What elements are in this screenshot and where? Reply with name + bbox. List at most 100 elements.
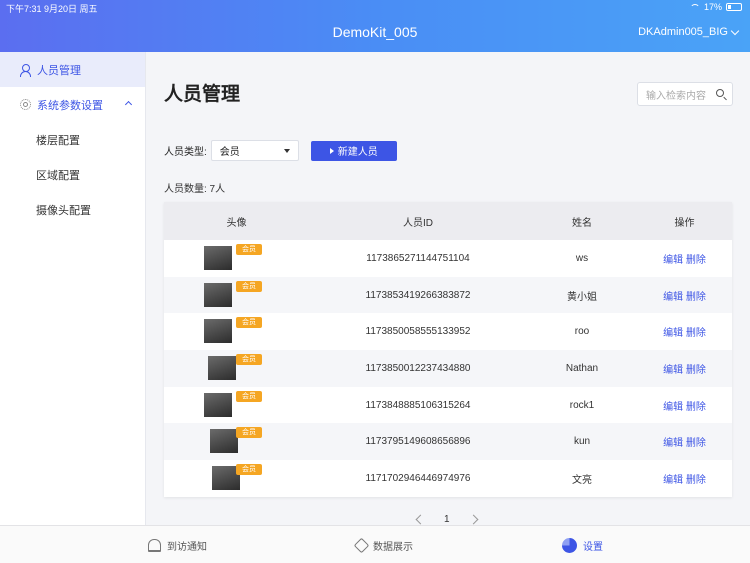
status-indicators: 17% xyxy=(689,2,742,12)
sidebar-item-system-settings[interactable]: 系统参数设置 xyxy=(0,87,145,122)
avatar-cell: 会员 xyxy=(164,277,309,314)
sidebar-item-area-config[interactable]: 区域配置 xyxy=(0,157,145,192)
edit-link[interactable]: 编辑 xyxy=(663,438,683,449)
filter-bar: 人员类型: 会员 新建人员 xyxy=(164,140,397,161)
person-name: roo xyxy=(574,326,590,338)
edit-link[interactable]: 编辑 xyxy=(663,255,683,266)
member-tag: 会员 xyxy=(236,354,262,366)
delete-link[interactable]: 删除 xyxy=(686,365,706,376)
person-id: 1173795149608656896 xyxy=(365,436,471,448)
search-icon[interactable] xyxy=(716,89,724,97)
search-placeholder: 输入检索内容 xyxy=(646,90,706,102)
avatar-cell: 会员 xyxy=(164,387,309,424)
avatar xyxy=(210,429,238,454)
table-row: 会员 1173850058555133952 roo 编辑 删除 xyxy=(164,313,732,350)
tab-settings[interactable]: 设置 xyxy=(562,538,603,553)
edit-link[interactable]: 编辑 xyxy=(663,402,683,413)
status-time-date: 下午7:31 9月20日 周五 xyxy=(6,4,98,14)
avatar-cell: 会员 xyxy=(164,423,309,460)
person-id: 1173848885106315264 xyxy=(365,399,471,411)
avatar xyxy=(208,356,236,381)
member-tag: 会员 xyxy=(236,244,262,255)
table-row: 会员 1173850012237434880 Nathan 编辑 删除 xyxy=(164,350,732,387)
person-name: ws xyxy=(575,252,589,264)
wifi-icon xyxy=(689,3,700,11)
person-name: Nathan xyxy=(565,362,599,374)
col-avatar: 头像 xyxy=(226,217,247,229)
delete-link[interactable]: 删除 xyxy=(686,292,706,303)
prev-page-icon[interactable] xyxy=(415,514,426,525)
person-id: 1173850058555133952 xyxy=(365,326,471,338)
person-name: kun xyxy=(573,436,591,448)
person-type-select[interactable]: 会员 xyxy=(210,140,299,161)
sidebar-item-camera-config[interactable]: 摄像头配置 xyxy=(0,192,145,227)
app-header: 下午7:31 9月20日 周五 17% DemoKit_005 DKAdmin0… xyxy=(0,0,750,52)
sidebar-item-label: 区域配置 xyxy=(36,169,80,182)
search-input[interactable]: 输入检索内容 xyxy=(637,82,733,106)
edit-link[interactable]: 编辑 xyxy=(663,292,683,303)
member-tag: 会员 xyxy=(236,464,262,476)
caret-down-icon xyxy=(283,149,290,153)
col-actions: 操作 xyxy=(674,217,695,229)
tab-data-display[interactable]: 数据展示 xyxy=(353,537,413,554)
member-tag: 会员 xyxy=(236,390,262,402)
delete-link[interactable]: 删除 xyxy=(686,328,706,339)
avatar-cell: 会员 xyxy=(164,240,309,277)
new-person-label: 新建人员 xyxy=(337,147,378,158)
settings-pie-icon xyxy=(562,538,577,553)
delete-link[interactable]: 删除 xyxy=(686,402,706,413)
sidebar-item-label: 人员管理 xyxy=(37,64,81,77)
person-id: 1171702946446974976 xyxy=(365,472,471,484)
avatar-cell: 会员 xyxy=(164,313,309,350)
edit-link[interactable]: 编辑 xyxy=(663,475,683,486)
sidebar-item-label: 系统参数设置 xyxy=(37,99,103,112)
table-row: 会员 1173853419266383872 黄小姐 编辑 删除 xyxy=(164,276,732,314)
table-row: 会员 1173795149608656896 kun 编辑 删除 xyxy=(164,423,732,461)
sidebar-item-label: 摄像头配置 xyxy=(36,204,91,217)
user-name: DKAdmin005_BIG xyxy=(638,26,728,38)
table-body: 会员 1173865271144751104 ws 编辑 删除 会员 1173853419… xyxy=(164,240,732,497)
tab-visit-notice[interactable]: 到访通知 xyxy=(148,538,207,553)
person-name: 黄小姐 xyxy=(567,291,597,303)
user-icon xyxy=(20,63,31,77)
person-id: 1173853419266383872 xyxy=(365,289,471,301)
person-name: 文亮 xyxy=(572,474,592,486)
delete-link[interactable]: 删除 xyxy=(686,475,706,486)
current-page[interactable]: 1 xyxy=(444,514,450,525)
table-row: 会员 1173848885106315264 rock1 编辑 删除 xyxy=(164,387,732,424)
actions-cell: 编辑 删除 xyxy=(637,251,732,266)
tab-label: 数据展示 xyxy=(373,542,413,553)
member-tag: 会员 xyxy=(236,427,262,439)
person-id: 1173865271144751104 xyxy=(366,252,470,264)
delete-link[interactable]: 删除 xyxy=(686,255,706,266)
edit-link[interactable]: 编辑 xyxy=(663,328,683,339)
select-value: 会员 xyxy=(219,147,240,158)
person-table: 头像 人员ID 姓名 操作 会员 1173865271144751104 ws 编辑 … xyxy=(164,202,732,497)
person-id: 1173850012237434880 xyxy=(365,362,471,374)
user-menu[interactable]: DKAdmin005_BIG xyxy=(638,26,740,38)
main-content: 人员管理 输入检索内容 人员类型: 会员 新建人员 人员数量: 7人 头像 人员… xyxy=(147,52,750,525)
col-id: 人员ID xyxy=(403,217,433,229)
sidebar-item-personnel[interactable]: 人员管理 xyxy=(0,52,145,87)
avatar xyxy=(204,392,232,417)
tab-label: 设置 xyxy=(583,542,603,553)
actions-cell: 编辑 删除 xyxy=(637,434,732,449)
sidebar: 人员管理 系统参数设置 楼层配置 区域配置 摄像头配置 xyxy=(0,52,146,525)
avatar-cell: 会员 xyxy=(164,350,309,387)
bottom-tabbar: 到访通知 数据展示 设置 xyxy=(0,525,750,563)
person-count: 人员数量: 7人 xyxy=(164,184,226,195)
edit-link[interactable]: 编辑 xyxy=(663,365,683,376)
next-page-icon[interactable] xyxy=(468,514,479,525)
new-person-button[interactable]: 新建人员 xyxy=(310,140,397,161)
page-title: 人员管理 xyxy=(164,84,241,105)
avatar-cell: 会员 xyxy=(164,460,309,497)
actions-cell: 编辑 删除 xyxy=(637,398,732,413)
chevron-up-icon xyxy=(124,100,133,109)
actions-cell: 编辑 删除 xyxy=(637,288,732,303)
member-tag: 会员 xyxy=(236,280,262,292)
delete-link[interactable]: 删除 xyxy=(686,438,706,449)
pagination: 1 xyxy=(415,514,479,525)
person-name: rock1 xyxy=(569,399,595,411)
sidebar-item-floor-config[interactable]: 楼层配置 xyxy=(0,122,145,157)
filter-label: 人员类型: xyxy=(164,147,207,158)
